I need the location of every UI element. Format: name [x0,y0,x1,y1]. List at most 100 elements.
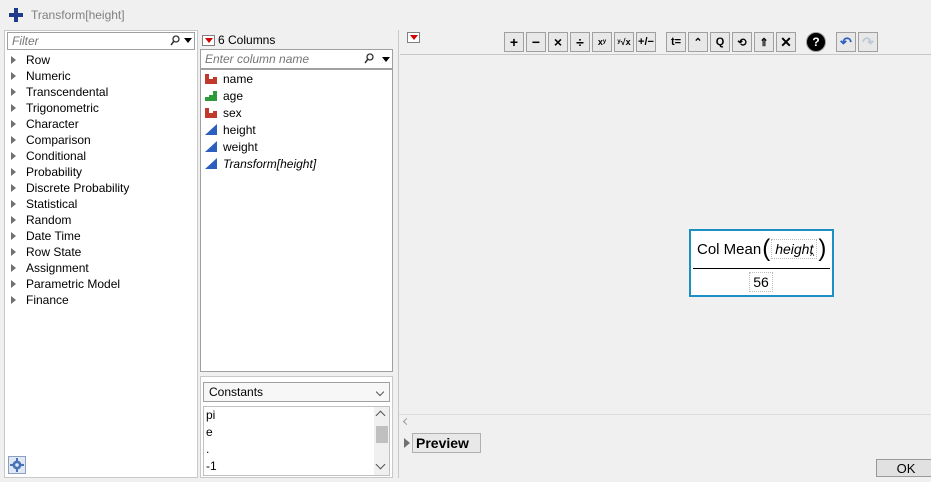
function-category-label: Character [26,117,79,131]
function-category-item[interactable]: Numeric [5,68,197,84]
add-icon[interactable]: + [504,32,524,52]
function-filter-box[interactable] [7,32,195,50]
column-list-item[interactable]: weight [201,138,392,155]
ok-button[interactable]: OK [876,459,931,477]
constant-item[interactable]: . [204,441,389,458]
function-category-item[interactable]: Parametric Model [5,276,197,292]
columns-red-triangle-menu[interactable] [202,34,215,46]
function-category-label: Row [26,53,51,67]
column-search-box[interactable] [200,49,393,69]
settings-gear-icon[interactable] [8,456,26,474]
search-icon[interactable] [364,53,374,65]
expand-triangle-icon[interactable] [11,264,16,272]
expand-triangle-icon[interactable] [11,120,16,128]
assign-icon[interactable]: t= [666,32,686,52]
local-variable-icon[interactable]: Q [710,32,730,52]
function-name[interactable]: Col Mean [697,241,761,258]
caret-icon[interactable]: ^ [810,251,814,261]
function-category-item[interactable]: Row State [5,244,197,260]
red-triangle-icon[interactable] [407,32,420,43]
argument-label: height [775,241,814,257]
redo-icon: ↷ [858,32,878,52]
formula-expression[interactable]: Col Mean ( height ^ ) 56 [689,229,834,297]
delete-icon[interactable]: ✕ [776,32,796,52]
title-bar: Transform[height] [0,0,931,30]
formula-app-icon [9,8,23,22]
function-category-list: Row Numeric Transcendental Trigonometric Cha… [5,52,197,308]
root-icon[interactable]: ʸ√x [614,32,634,52]
expand-triangle-icon[interactable] [11,248,16,256]
preview-outline[interactable]: Preview [404,433,481,453]
canvas-horizontal-scrollbar[interactable] [399,414,931,428]
function-filter-input[interactable] [8,33,158,49]
column-list-item[interactable]: age [201,87,392,104]
peel-icon[interactable]: ⇑ [754,32,774,52]
formula-numerator[interactable]: Col Mean ( height ^ ) [694,234,829,264]
expand-triangle-icon[interactable] [11,232,16,240]
function-category-item[interactable]: Probability [5,164,197,180]
expand-triangle-icon[interactable] [11,184,16,192]
scroll-left-icon[interactable] [402,417,411,426]
function-category-item[interactable]: Conditional [5,148,197,164]
function-category-label: Date Time [26,229,81,243]
editor-red-triangle-menu[interactable] [405,32,420,43]
function-category-item[interactable]: Comparison [5,132,197,148]
constant-item[interactable]: pi [204,407,389,424]
formula-editor-panel: + − × ÷ xʸ ʸ√x +/− t= ⌃ Q ⟲ ⇑ ✕ ? ↶ ↷ Co… [398,30,931,478]
disclosure-triangle-icon[interactable] [404,438,410,448]
help-icon[interactable]: ? [806,32,826,52]
expand-triangle-icon[interactable] [11,152,16,160]
constant-item[interactable]: e [204,424,389,441]
column-list-item[interactable]: Transform[height] [201,155,392,172]
column-list-item[interactable]: name [201,70,392,87]
function-category-item[interactable]: Discrete Probability [5,180,197,196]
scroll-thumb[interactable] [376,426,388,443]
formula-canvas[interactable]: Col Mean ( height ^ ) 56 [400,54,931,414]
function-category-item[interactable]: Date Time [5,228,197,244]
expand-triangle-icon[interactable] [11,72,16,80]
swap-icon[interactable]: ⟲ [732,32,752,52]
column-list-item[interactable]: height [201,121,392,138]
insert-above-icon[interactable]: ⌃ [688,32,708,52]
search-icon[interactable] [170,35,180,47]
expand-triangle-icon[interactable] [11,136,16,144]
function-category-item[interactable]: Statistical [5,196,197,212]
function-category-item[interactable]: Trigonometric [5,100,197,116]
function-category-item[interactable]: Random [5,212,197,228]
function-category-item[interactable]: Assignment [5,260,197,276]
function-argument[interactable]: height ^ [771,239,818,261]
column-label: age [223,88,244,103]
constant-item[interactable]: -1 [204,458,389,475]
function-category-item[interactable]: Finance [5,292,197,308]
function-category-label: Statistical [26,197,78,211]
column-label: name [223,71,254,86]
scroll-down-icon[interactable] [375,459,386,470]
column-list-item[interactable]: sex [201,104,392,121]
sign-change-icon[interactable]: +/− [636,32,656,52]
divide-icon[interactable]: ÷ [570,32,590,52]
multiply-icon[interactable]: × [548,32,568,52]
expand-triangle-icon[interactable] [11,280,16,288]
formula-denominator[interactable]: 56 [749,272,773,292]
undo-icon[interactable]: ↶ [836,32,856,52]
power-icon[interactable]: xʸ [592,32,612,52]
expand-triangle-icon[interactable] [11,88,16,96]
constants-dropdown[interactable]: Constants [203,382,390,402]
function-category-item[interactable]: Row [5,52,197,68]
function-category-item[interactable]: Character [5,116,197,132]
function-category-item[interactable]: Transcendental [5,84,197,100]
function-category-label: Trigonometric [26,101,99,115]
expand-triangle-icon[interactable] [11,104,16,112]
column-search-input[interactable] [201,50,351,68]
constants-scrollbar[interactable] [374,407,389,475]
scroll-up-icon[interactable] [375,410,386,421]
expand-triangle-icon[interactable] [11,200,16,208]
column-search-options-dropdown[interactable] [382,57,390,62]
subtract-icon[interactable]: − [526,32,546,52]
expand-triangle-icon[interactable] [11,56,16,64]
expand-triangle-icon[interactable] [11,216,16,224]
expand-triangle-icon[interactable] [11,168,16,176]
preview-label[interactable]: Preview [412,433,481,453]
filter-options-dropdown[interactable] [184,38,192,43]
expand-triangle-icon[interactable] [11,296,16,304]
